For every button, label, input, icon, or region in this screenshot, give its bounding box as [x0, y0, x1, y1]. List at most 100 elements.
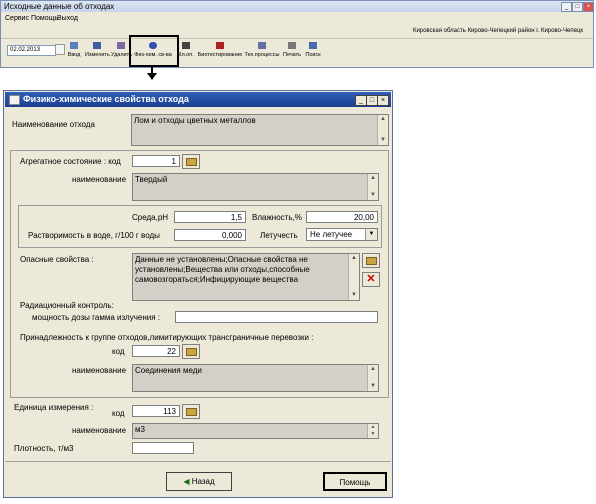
menu-exit[interactable]: Выход: [57, 13, 78, 24]
state-code-label: Агрегатное состояние : код: [20, 157, 121, 166]
tool-processes-button[interactable]: Тех.процессы: [244, 41, 280, 61]
waste-name-label: Наименование отхода: [12, 120, 95, 129]
density-label: Плотность, т/м3: [14, 444, 74, 453]
close-icon[interactable]: ×: [583, 2, 594, 12]
humidity-label: Влажность,%: [252, 213, 302, 222]
dose-input[interactable]: [175, 311, 378, 323]
tool-biotest-button[interactable]: Биотестирование: [197, 41, 243, 61]
delete-icon: [117, 42, 125, 49]
hazard-text: Данные не установлены;Опасные свойства н…: [135, 255, 310, 284]
unit-code-label: код: [112, 409, 125, 418]
tool-print-button[interactable]: Печать: [282, 41, 302, 61]
state-name-text: Твердый: [135, 175, 168, 184]
group-code-label: код: [112, 347, 125, 356]
scroll-down-icon[interactable]: ▼: [378, 136, 388, 145]
ph-label: Среда,pH: [132, 213, 169, 222]
search-icon: [309, 42, 317, 49]
group-name-scrollbar[interactable]: ▲ ▼: [367, 365, 378, 391]
scroll-down-icon[interactable]: ▼: [368, 382, 378, 391]
unit-name-text: м3: [135, 425, 145, 434]
radiation-label: Радиационный контроль:: [20, 301, 114, 310]
scroll-up-icon[interactable]: ▲: [368, 174, 378, 183]
humidity-input[interactable]: 20,00: [306, 211, 378, 223]
group-name-text: Соединения меди: [135, 366, 202, 375]
dialog-close-icon[interactable]: ×: [377, 95, 389, 106]
group-name-field[interactable]: Соединения меди ▲ ▼: [132, 364, 379, 392]
unit-code-input[interactable]: 113: [132, 405, 180, 417]
scroll-up-icon[interactable]: ▲: [368, 424, 378, 431]
volatility-label: Летучесть: [260, 231, 298, 240]
toolbar: 02.02.2013 Ввод Изменить Удалить Физ-хим…: [1, 38, 593, 61]
arrow-left-icon: ◀: [183, 477, 192, 486]
group-code-input[interactable]: 22: [132, 345, 180, 357]
enter-icon: [70, 42, 78, 49]
chevron-down-icon[interactable]: ▼: [365, 229, 377, 240]
tool-edit-button[interactable]: Изменить: [85, 41, 110, 61]
menu-service[interactable]: Сервис: [5, 13, 29, 24]
process-icon: [258, 42, 266, 49]
dialog-app-icon: [9, 95, 20, 105]
main-window-title: Исходные данные об отходах: [4, 2, 115, 11]
state-name-label: наименование: [72, 175, 127, 184]
back-button[interactable]: ◀ Назад: [166, 472, 232, 491]
unit-label: Единица измерения :: [14, 403, 94, 412]
scroll-up-icon[interactable]: ▲: [368, 365, 378, 374]
volatility-selected: Не летучее: [310, 230, 353, 239]
region-text: Кировская область Кирово-Чепецкий район …: [413, 28, 583, 34]
unit-name-scrollbar[interactable]: ▲ ▼: [367, 424, 378, 438]
tool-enter-button[interactable]: Ввод: [65, 41, 83, 61]
hazard-delete-button[interactable]: ✕: [362, 272, 380, 287]
date-field[interactable]: 02.02.2013: [7, 45, 56, 56]
scroll-up-icon[interactable]: ▲: [349, 254, 359, 263]
unit-lookup-button[interactable]: [182, 404, 200, 419]
function-icon: [182, 42, 190, 49]
dose-label: мощность дозы гамма излучения :: [32, 313, 160, 322]
folder-icon: [186, 348, 197, 356]
state-lookup-button[interactable]: [182, 154, 200, 169]
hazard-label: Опасные свойства :: [20, 255, 94, 264]
info-bar: Кировская область Кирово-Чепецкий район …: [1, 25, 593, 37]
dialog-title-bar: Физико-химические свойства отхода _ □ ×: [5, 92, 391, 107]
group-name-label: наименование: [72, 366, 127, 375]
tool-class-button[interactable]: Кл.оп.: [176, 41, 196, 61]
delete-x-icon: ✕: [366, 273, 376, 285]
tool-delete-button[interactable]: Удалить: [111, 41, 132, 61]
divider: [5, 461, 391, 462]
ph-input[interactable]: 1,5: [174, 211, 246, 223]
physchem-dialog: Физико-химические свойства отхода _ □ × …: [3, 90, 393, 498]
maximize-icon[interactable]: □: [572, 2, 583, 12]
calendar-icon[interactable]: [55, 44, 65, 55]
tool-search-button[interactable]: Поиск: [303, 41, 323, 61]
waste-name-field[interactable]: Лом и отходы цветных металлов ▲ ▼: [131, 114, 389, 146]
hazard-scrollbar[interactable]: ▲ ▼: [348, 254, 359, 300]
help-button[interactable]: Помощь: [323, 472, 387, 491]
state-code-input[interactable]: 1: [132, 155, 180, 167]
waste-name-text: Лом и отходы цветных металлов: [134, 116, 256, 125]
callout-box: [129, 35, 179, 67]
volatility-select[interactable]: Не летучее ▼: [306, 228, 378, 241]
scroll-up-icon[interactable]: ▲: [378, 115, 388, 124]
scroll-down-icon[interactable]: ▼: [368, 431, 378, 438]
scroll-down-icon[interactable]: ▼: [349, 291, 359, 300]
help-button-label: Помощь: [339, 478, 371, 487]
density-input[interactable]: [132, 442, 194, 454]
state-name-scrollbar[interactable]: ▲ ▼: [367, 174, 378, 200]
solubility-input[interactable]: 0,000: [174, 229, 246, 241]
main-window: Исходные данные об отходах _ □ × Сервис …: [0, 0, 594, 68]
printer-icon: [288, 42, 296, 49]
hazard-lookup-button[interactable]: [362, 253, 380, 268]
transboundary-label: Принадлежность к группе отходов,лимитиру…: [20, 333, 314, 342]
bio-icon: [216, 42, 224, 49]
scroll-down-icon[interactable]: ▼: [368, 191, 378, 200]
menu-help[interactable]: Помощь: [31, 13, 58, 24]
minimize-icon[interactable]: _: [561, 2, 572, 12]
state-name-field[interactable]: Твердый ▲ ▼: [132, 173, 379, 201]
edit-icon: [93, 42, 101, 49]
callout-arrow-head: [147, 73, 157, 80]
menu-bar: Сервис Помощь Выход: [1, 13, 593, 24]
hazard-field[interactable]: Данные не установлены;Опасные свойства н…: [132, 253, 360, 301]
waste-name-scrollbar[interactable]: ▲ ▼: [377, 115, 388, 145]
unit-name-field[interactable]: м3 ▲ ▼: [132, 423, 379, 439]
group-lookup-button[interactable]: [182, 344, 200, 359]
folder-icon: [186, 158, 197, 166]
